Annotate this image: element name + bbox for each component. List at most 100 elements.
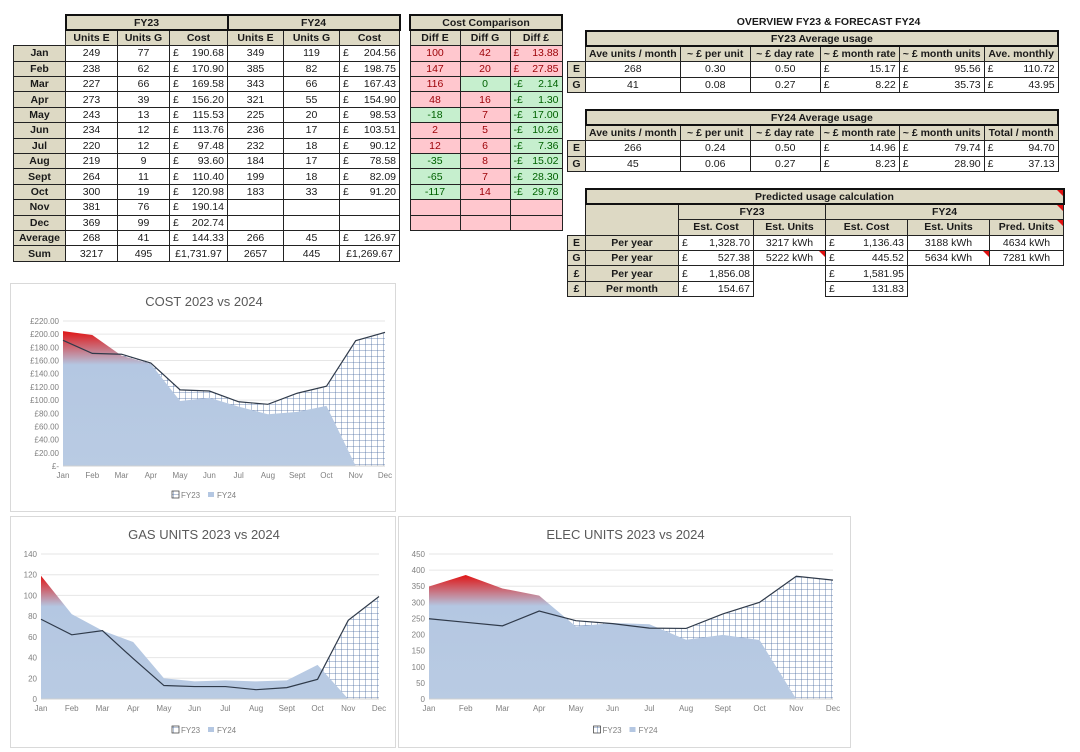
x-tick-label: Aug (679, 704, 693, 713)
units-g-fy23: 19 (117, 183, 170, 201)
value-cell: £43.95 (983, 76, 1059, 94)
cost-fy24: £167.43 (339, 76, 400, 93)
diff-cost: -£ 7.36 (509, 137, 563, 155)
empty (754, 266, 826, 281)
units-e-fy23: 273 (65, 91, 118, 108)
x-tick-label: Sept (715, 704, 732, 713)
units-e-fy23: 220 (65, 137, 118, 155)
period-label: Per year (585, 234, 679, 252)
y-tick-label: £140.00 (30, 370, 59, 379)
gas-units-chart: GAS UNITS 2023 vs 2024 0 20 40 60 80 100 120 140… (10, 516, 396, 748)
diff-g: 8 (459, 153, 511, 170)
x-tick-label: Sept (289, 471, 306, 480)
fy24-est-units: 3188 kWh (907, 234, 990, 252)
fy24-est-cost: £1,581.95 (825, 265, 908, 282)
currency-sign: £ (173, 109, 179, 122)
currency-sign: £ (987, 142, 994, 155)
units-g-fy23: 99 (117, 214, 170, 231)
units-g-fy24: 55 (283, 91, 340, 108)
amount: 78.58 (369, 155, 396, 168)
col-diff-g: Diff G (459, 29, 511, 47)
currency-sign: £ (173, 232, 179, 245)
col-est-cost-fy24: Est. Cost (825, 219, 908, 236)
amount: 98.53 (369, 109, 396, 122)
period-label: Per year (585, 250, 679, 267)
amount: 10.26 (532, 124, 559, 137)
table-row: -35 8 -£ 15.02 (409, 153, 563, 170)
y-tick-label: £40.00 (35, 436, 60, 445)
fy24-area (41, 575, 379, 699)
units-g-fy23: 9 (117, 153, 170, 170)
amount: 1,136.43 (863, 236, 904, 249)
currency-sign: -£ (513, 109, 523, 122)
chart-title: GAS UNITS 2023 vs 2024 (128, 527, 280, 542)
month-label: Jan (13, 45, 66, 62)
utility-label: £ (567, 265, 586, 282)
cost-fy24: £98.53 (339, 106, 400, 124)
units-g-fy24: 20 (283, 106, 340, 124)
table-row: 2 5 -£ 10.26 (409, 122, 563, 139)
column-header: ~ £ per unit (679, 45, 751, 63)
currency-sign: £ (343, 170, 349, 183)
units-g-fy24: 82 (283, 60, 340, 78)
units-g-fy24 (283, 214, 340, 231)
currency-sign: -£ (513, 185, 523, 198)
x-tick-label: Dec (378, 471, 392, 480)
amount: 8.22 (875, 78, 896, 91)
table-row: Jan 249 77 £190.68 349 119 £204.56 (13, 45, 400, 62)
units-e-fy23: 219 (65, 153, 118, 170)
currency-sign: £ (173, 47, 179, 60)
predicted-usage-table: Predicted usage calculation FY23 FY24 Es… (567, 187, 1065, 298)
utility-label: £ (567, 280, 586, 298)
table-row (409, 199, 563, 216)
col-est-units-fy23: Est. Units (753, 219, 826, 236)
units-e-fy24 (227, 199, 284, 216)
amount: 17.00 (532, 109, 559, 122)
value-cell: 0.27 (749, 76, 821, 94)
diff-e: 147 (409, 60, 461, 78)
value-cell: £8.23 (819, 155, 900, 173)
currency-sign: £ (682, 267, 688, 280)
table-row: Oct 300 19 £120.98 183 33 £91.20 (13, 183, 400, 201)
sum-row: Sum 3217 495 £1,731.97 2657 445 £1,269.67 (13, 245, 400, 262)
x-tick-label: Jan (57, 471, 70, 480)
currency-sign: £ (173, 93, 179, 106)
table-row: 100 42 £13.88 (409, 45, 563, 62)
units-g-fy24: 445 (283, 245, 340, 262)
y-tick-label: 0 (421, 695, 426, 704)
currency-sign: £ (829, 267, 835, 280)
amount: 190.14 (191, 201, 224, 214)
amount: 202.74 (191, 216, 224, 229)
x-tick-label: Nov (349, 471, 363, 480)
value-cell: 268 (585, 61, 681, 78)
amount: 2.14 (538, 78, 559, 91)
amount: 170.90 (191, 62, 224, 75)
units-g-fy23: 77 (117, 45, 170, 62)
currency-sign: £ (902, 63, 909, 76)
y-tick-label: 40 (28, 654, 37, 663)
table-row: Mar 227 66 £169.58 343 66 £167.43 (13, 76, 400, 93)
x-tick-label: Feb (459, 704, 473, 713)
amount: 27.85 (532, 62, 559, 75)
utility-label: E (567, 234, 586, 252)
diff-e (409, 214, 461, 231)
x-tick-label: May (173, 471, 188, 480)
diff-cost (509, 199, 563, 216)
y-tick-label: 450 (412, 550, 426, 559)
value-cell: 266 (585, 140, 681, 157)
cost-fy23: £156.20 (169, 91, 228, 108)
table-row: 48 16 -£ 1.30 (409, 91, 563, 108)
table-row: Nov 381 76 £190.14 (13, 199, 400, 216)
cost-fy24 (339, 214, 400, 231)
diff-e: 48 (409, 91, 461, 108)
units-e-fy23: 249 (65, 45, 118, 62)
x-tick-label: May (568, 704, 583, 713)
currency-sign: £ (987, 63, 994, 76)
amount: 7.36 (538, 139, 559, 152)
currency-sign: £ (682, 236, 688, 249)
x-tick-label: Apr (533, 704, 546, 713)
currency-sign: £ (173, 216, 179, 229)
units-g-fy24: 18 (283, 168, 340, 185)
cost-fy23: £170.90 (169, 60, 228, 78)
cost-fy23: £110.40 (169, 168, 228, 185)
